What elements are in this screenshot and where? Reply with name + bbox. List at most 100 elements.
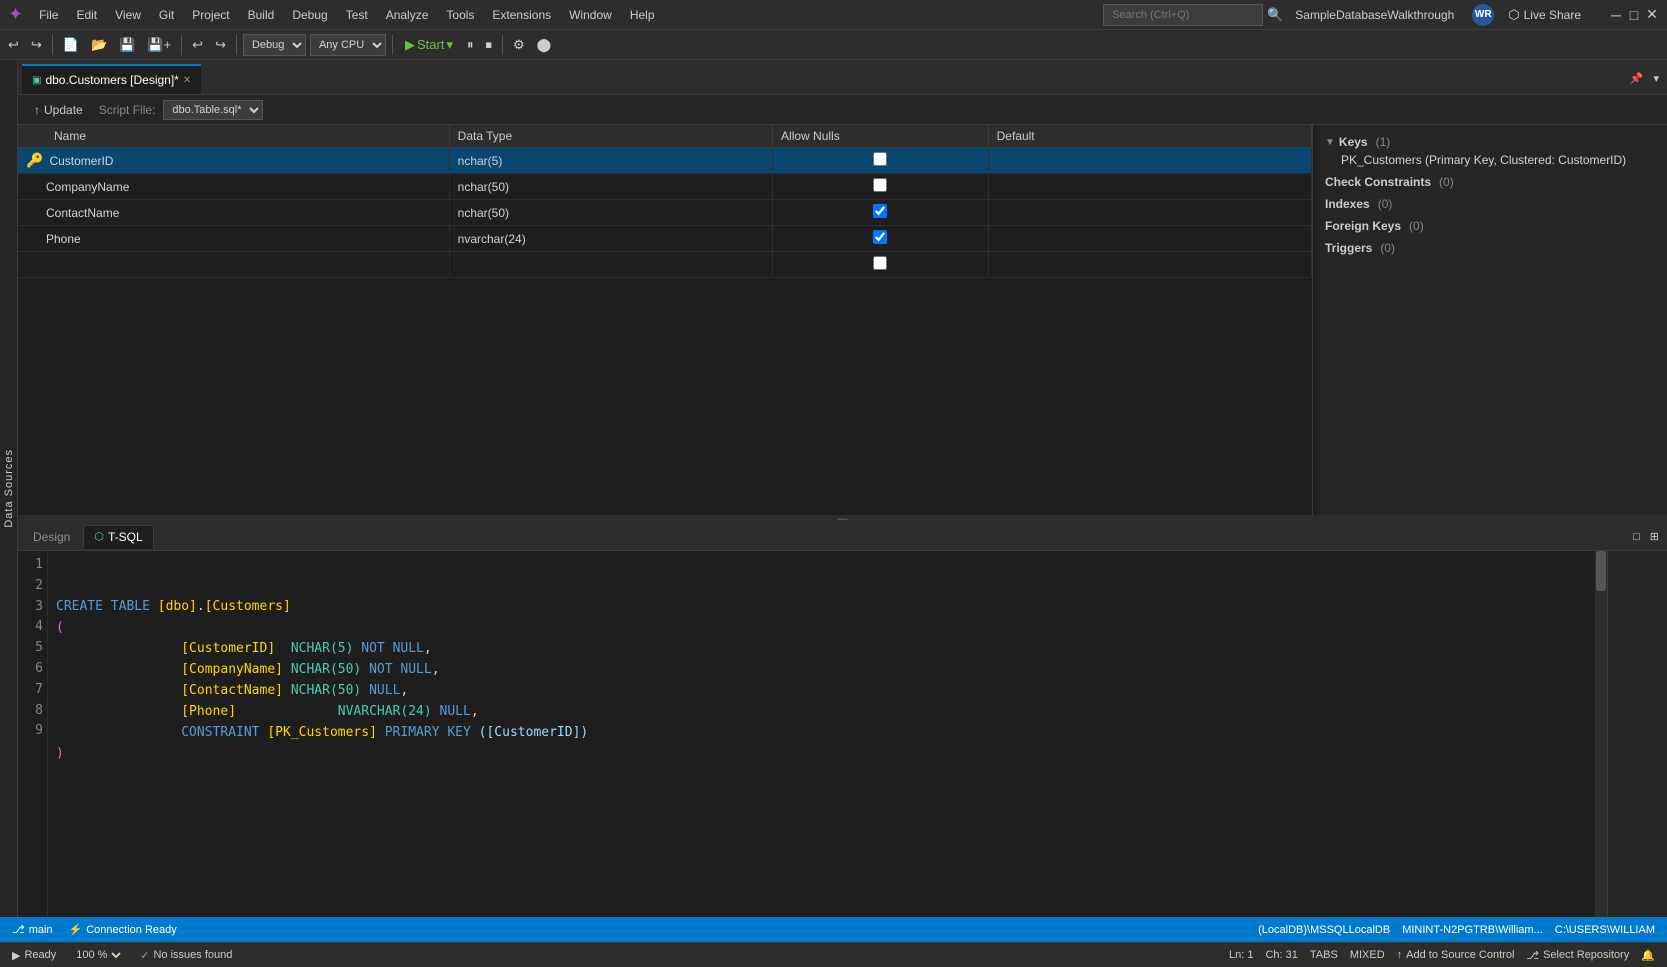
menu-item-debug[interactable]: Debug	[284, 6, 335, 24]
tsql-panel: Design ⬡ T-SQL □ ⊞ 1	[18, 523, 1667, 917]
start-button[interactable]: ▶ Start ▾	[399, 33, 459, 57]
update-button[interactable]: ↑ Update	[26, 101, 91, 119]
menu-item-window[interactable]: Window	[561, 6, 620, 24]
project-title: SampleDatabaseWalkthrough	[1295, 8, 1454, 22]
indexes-section: Indexes (0)	[1325, 195, 1659, 213]
code-token: NULL	[369, 683, 400, 698]
platform-select[interactable]: Any CPU	[310, 34, 386, 56]
liveshare-button[interactable]: ⬡ Live Share	[1500, 3, 1589, 27]
tab-list-btn[interactable]: ▾	[1649, 66, 1663, 90]
code-token: [PK_Customers]	[267, 725, 384, 740]
notification-item[interactable]: 🔔	[1637, 949, 1659, 962]
search-input[interactable]	[1103, 4, 1263, 26]
maximize-button[interactable]: □	[1627, 8, 1641, 22]
menu-item-tools[interactable]: Tools	[438, 6, 482, 24]
tab-pin-btn[interactable]: 📌	[1626, 66, 1648, 90]
menu-item-analyze[interactable]: Analyze	[378, 6, 437, 24]
cell-nulls[interactable]	[773, 148, 989, 174]
toolbar-breakpoints-btn[interactable]: ⬤	[533, 33, 556, 57]
indexes-header[interactable]: Indexes (0)	[1325, 195, 1659, 213]
toolbar-undo-btn[interactable]: ↩	[188, 33, 207, 57]
code-token: NCHAR(50)	[291, 662, 369, 677]
ln-item[interactable]: Ln: 1	[1225, 949, 1257, 962]
null-checkbox[interactable]	[873, 152, 887, 166]
check-constraints-header[interactable]: Check Constraints (0)	[1325, 173, 1659, 191]
cell-name: CompanyName	[18, 174, 449, 200]
cell-nulls[interactable]	[773, 200, 989, 226]
code-token: .	[197, 599, 205, 614]
keys-header[interactable]: ▼ Keys (1)	[1325, 133, 1659, 151]
tsql-tab-design[interactable]: Design	[22, 525, 81, 549]
connection-status-item[interactable]: ⚡ Connection Ready	[65, 923, 181, 936]
select-repo-item[interactable]: ⎇ Select Repository	[1522, 949, 1633, 962]
db-item[interactable]: (LocalDB)\MSSQLLocalDB	[1254, 924, 1394, 936]
menu-item-file[interactable]: File	[31, 6, 66, 24]
cell-nulls[interactable]	[773, 226, 989, 252]
empty-null-checkbox[interactable]	[873, 256, 887, 270]
tsql-tab-btn-2[interactable]: ⊞	[1646, 525, 1663, 549]
menu-item-build[interactable]: Build	[240, 6, 283, 24]
data-sources-sidebar[interactable]: Data Sources	[0, 60, 18, 917]
debug-config-select[interactable]: Debug	[243, 34, 306, 56]
tsql-tab-btn-1[interactable]: □	[1629, 525, 1644, 549]
line-number: 6	[26, 659, 43, 680]
script-file-select[interactable]: dbo.Table.sql*	[163, 100, 263, 120]
vs-logo-icon: ✦	[8, 4, 23, 25]
menu-item-view[interactable]: View	[107, 6, 149, 24]
empty-cell	[449, 252, 772, 278]
tsql-scroll-thumb	[1596, 551, 1606, 591]
minimize-button[interactable]: ─	[1609, 8, 1623, 22]
path-item[interactable]: C:\USERS\WILLIAM	[1551, 924, 1659, 936]
menu-item-edit[interactable]: Edit	[68, 6, 105, 24]
toolbar-open-btn[interactable]: 📂	[87, 33, 111, 57]
tabs-item[interactable]: TABS	[1306, 949, 1342, 962]
vertical-resizer[interactable]	[18, 515, 1667, 523]
code-token: NCHAR(5)	[291, 641, 361, 656]
menu-item-project[interactable]: Project	[184, 6, 237, 24]
menu-item-extensions[interactable]: Extensions	[484, 6, 559, 24]
issues-item[interactable]: ✓ No issues found	[136, 949, 236, 962]
triggers-header[interactable]: Triggers (0)	[1325, 239, 1659, 257]
toolbar-save-all-btn[interactable]: 💾+	[143, 33, 175, 57]
code-token: NOT NULL	[361, 641, 424, 656]
ch-item[interactable]: Ch: 31	[1261, 949, 1301, 962]
col-header-name: Name	[18, 125, 449, 148]
tsql-tab-tsql[interactable]: ⬡ T-SQL	[83, 525, 153, 549]
menu-item-git[interactable]: Git	[151, 6, 182, 24]
menu-item-help[interactable]: Help	[622, 6, 663, 24]
cell-nulls[interactable]	[773, 174, 989, 200]
server-item[interactable]: MININT-N2PGTRB\William...	[1398, 924, 1547, 936]
git-status-item[interactable]: ⎇ main	[8, 923, 57, 936]
toolbar-redo-btn[interactable]: ↪	[211, 33, 230, 57]
toolbar-save-btn[interactable]: 💾	[115, 33, 139, 57]
table-row[interactable]: Phonenvarchar(24)	[18, 226, 1312, 252]
table-row[interactable]: CompanyNamenchar(50)	[18, 174, 1312, 200]
code-content[interactable]: CREATE TABLE [dbo].[Customers]( [Custome…	[48, 551, 1595, 917]
tab-close-icon[interactable]: ✕	[183, 75, 191, 86]
close-button[interactable]: ✕	[1645, 8, 1659, 22]
code-token: ,	[424, 641, 432, 656]
git-label: main	[29, 924, 53, 936]
toolbar-stop-btn[interactable]: ⏹	[481, 33, 496, 57]
table-row[interactable]: 🔑CustomerIDnchar(5)	[18, 148, 1312, 174]
foreign-keys-header[interactable]: Foreign Keys (0)	[1325, 217, 1659, 235]
source-control-item[interactable]: ↑ Add to Source Control	[1393, 949, 1519, 962]
tsql-scrollbar[interactable]	[1595, 551, 1607, 917]
toolbar-back-btn[interactable]: ↩	[4, 33, 23, 57]
table-row[interactable]: ContactNamenchar(50)	[18, 200, 1312, 226]
toolbar-pause-btn[interactable]: ⏸	[463, 33, 478, 57]
toolbar-forward-btn[interactable]: ↪	[27, 33, 46, 57]
tab-design[interactable]: ▣ dbo.Customers [Design]* ✕	[22, 64, 201, 94]
keys-label: Keys	[1339, 135, 1368, 149]
menu-item-test[interactable]: Test	[338, 6, 376, 24]
null-checkbox[interactable]	[873, 230, 887, 244]
null-checkbox[interactable]	[873, 204, 887, 218]
source-control-icon: ↑	[1397, 949, 1403, 961]
foreign-keys-section: Foreign Keys (0)	[1325, 217, 1659, 235]
zoom-select[interactable]: 100 %	[72, 948, 124, 962]
mixed-item[interactable]: MIXED	[1346, 949, 1389, 962]
zoom-item[interactable]: 100 %	[68, 948, 128, 962]
null-checkbox[interactable]	[873, 178, 887, 192]
toolbar-misc-btn[interactable]: ⚙	[509, 33, 529, 57]
toolbar-new-btn[interactable]: 📄	[59, 33, 83, 57]
